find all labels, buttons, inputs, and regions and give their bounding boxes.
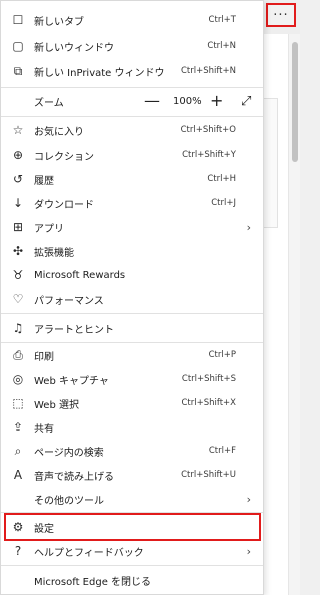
menu-item-label: Web キャプチャ [34,375,109,387]
menu-item-label: 履歴 [34,175,54,187]
menu-item-shortcut: Ctrl+T [208,15,236,25]
menu-item-microsoft-rewards[interactable]: ♉ Microsoft Rewards [1,263,263,287]
page-content-card [262,98,278,228]
menu-item-new-inprivate[interactable]: ⧉ 新しい InPrivate ウィンドウ Ctrl+Shift+N [1,59,263,83]
menu-item-help-feedback[interactable]: ? ヘルプとフィードバック › [1,539,263,563]
menu-item-alerts-tips[interactable]: ♫ アラートとヒント [1,316,263,340]
menu-item-label: 新しいタブ [34,16,84,28]
zoom-label: ズーム [34,97,64,109]
new-tab-icon: ☐ [12,13,24,27]
menu-item-label: 音声で読み上げる [34,471,114,483]
menu-item-label: ヘルプとフィードバック [34,547,144,559]
menu-item-zoom: ズーム — 100% + ⤢ [1,89,263,113]
menu-item-new-tab[interactable]: ☐ 新しいタブ Ctrl+T [1,8,263,32]
menu-item-shortcut: Ctrl+Shift+U [181,470,236,480]
menu-item-find-on-page[interactable]: ⌕ ページ内の検索 Ctrl+F [1,439,263,463]
menu-item-label: アラートとヒント [34,324,114,336]
menu-item-label: 新しい InPrivate ウィンドウ [34,67,165,79]
menu-item-extensions[interactable]: ✣ 拡張機能 [1,239,263,263]
menu-item-print[interactable]: ⎙ 印刷 Ctrl+P [1,343,263,367]
menu-item-label: 共有 [34,423,54,435]
find-icon: ⌕ [14,444,22,458]
bell-icon: ♫ [12,321,24,335]
menu-item-label: パフォーマンス [34,295,104,307]
menu-item-shortcut: Ctrl+Shift+X [181,398,236,408]
menu-item-shortcut: Ctrl+Shift+N [180,66,236,76]
share-icon: ⇪ [12,420,24,434]
menu-item-share[interactable]: ⇪ 共有 [1,415,263,439]
favorites-icon: ☆ [12,123,24,137]
menu-item-close-edge[interactable]: Microsoft Edge を閉じる [1,568,263,592]
menu-item-read-aloud[interactable]: A 音声で読み上げる Ctrl+Shift+U [1,463,263,487]
read-aloud-icon: A [13,468,23,482]
extensions-icon: ✣ [12,244,24,258]
collections-icon: ⊕ [12,148,24,162]
menu-item-label: 拡張機能 [34,247,74,259]
menu-item-web-capture[interactable]: ◎ Web キャプチャ Ctrl+Shift+S [1,367,263,391]
web-capture-icon: ◎ [12,372,24,386]
web-select-icon: ⬚ [12,396,24,410]
chevron-right-icon: › [246,544,251,558]
menu-item-shortcut: Ctrl+Shift+S [181,374,236,384]
menu-divider [1,87,263,88]
menu-item-label: 印刷 [34,351,54,363]
menu-item-shortcut: Ctrl+P [208,350,236,360]
settings-highlight-box [4,513,261,541]
menu-item-shortcut: Ctrl+J [211,198,236,208]
menu-item-label: 新しいウィンドウ [34,42,114,54]
menu-item-shortcut: Ctrl+Shift+O [180,125,236,135]
menu-item-more-tools[interactable]: その他のツール › [1,487,263,511]
page-scrollbar[interactable] [288,34,300,595]
menu-item-label: その他のツール [34,495,104,507]
menu-item-label: Microsoft Rewards [34,269,126,281]
menu-divider [1,565,263,566]
menu-item-label: Microsoft Edge を閉じる [34,576,152,588]
zoom-in-button[interactable]: + [210,93,223,109]
menu-item-web-select[interactable]: ⬚ Web 選択 Ctrl+Shift+X [1,391,263,415]
menu-divider [1,313,263,314]
history-icon: ↺ [12,172,24,186]
menu-item-apps[interactable]: ⊞ アプリ › [1,215,263,239]
menu-item-label: アプリ [34,223,64,235]
menu-item-shortcut: Ctrl+Shift+Y [182,150,236,160]
menu-item-new-window[interactable]: ▢ 新しいウィンドウ Ctrl+N [1,34,263,58]
menu-item-shortcut: Ctrl+F [208,446,236,456]
chevron-right-icon: › [246,492,251,506]
menu-item-label: お気に入り [34,126,84,138]
zoom-level: 100% [173,95,202,107]
settings-and-more-button[interactable]: ··· [266,3,296,27]
new-window-icon: ▢ [12,39,24,53]
printer-icon: ⎙ [13,348,23,362]
download-icon: ↓ [12,196,24,210]
menu-item-downloads[interactable]: ↓ ダウンロード Ctrl+J [1,191,263,215]
apps-icon: ⊞ [12,220,24,234]
menu-divider [1,116,263,117]
menu-item-label: ダウンロード [34,199,94,211]
menu-item-label: ページ内の検索 [34,447,104,459]
menu-item-collections[interactable]: ⊕ コレクション Ctrl+Shift+Y [1,143,263,167]
menu-item-shortcut: Ctrl+N [207,41,236,51]
menu-item-history[interactable]: ↺ 履歴 Ctrl+H [1,167,263,191]
rewards-icon: ♉ [12,268,24,282]
settings-menu: ☐ 新しいタブ Ctrl+T ▢ 新しいウィンドウ Ctrl+N ⧉ 新しい I… [0,0,264,595]
fullscreen-icon[interactable]: ⤢ [241,95,251,108]
menu-item-favorites[interactable]: ☆ お気に入り Ctrl+Shift+O [1,118,263,142]
help-icon: ? [14,544,22,558]
menu-item-label: コレクション [34,151,94,163]
menu-item-label: Web 選択 [34,399,79,411]
menu-item-performance[interactable]: ♡ パフォーマンス [1,287,263,311]
more-dots-icon: ··· [273,7,289,23]
inprivate-icon: ⧉ [13,64,23,78]
performance-icon: ♡ [12,292,24,306]
menu-item-shortcut: Ctrl+H [207,174,236,184]
scrollbar-thumb[interactable] [292,42,298,162]
chevron-right-icon: › [246,220,251,234]
zoom-out-button[interactable]: — [144,93,160,109]
